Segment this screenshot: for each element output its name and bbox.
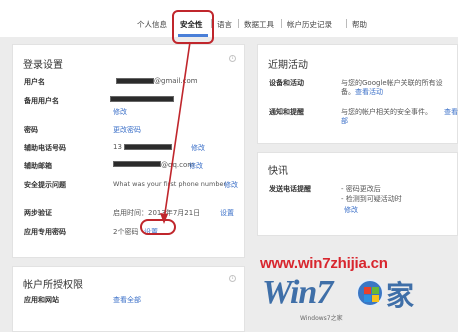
watermark-logo: Win7 家 bbox=[262, 272, 432, 314]
watermark-url: www.win7zhijia.cn bbox=[260, 255, 388, 272]
watermark-logo-word: Win7 bbox=[262, 274, 333, 311]
watermark-tagline: Windows7之家 bbox=[300, 315, 343, 322]
windows-flag-icon bbox=[356, 279, 384, 307]
watermark-logo-suffix: 家 bbox=[386, 279, 415, 312]
